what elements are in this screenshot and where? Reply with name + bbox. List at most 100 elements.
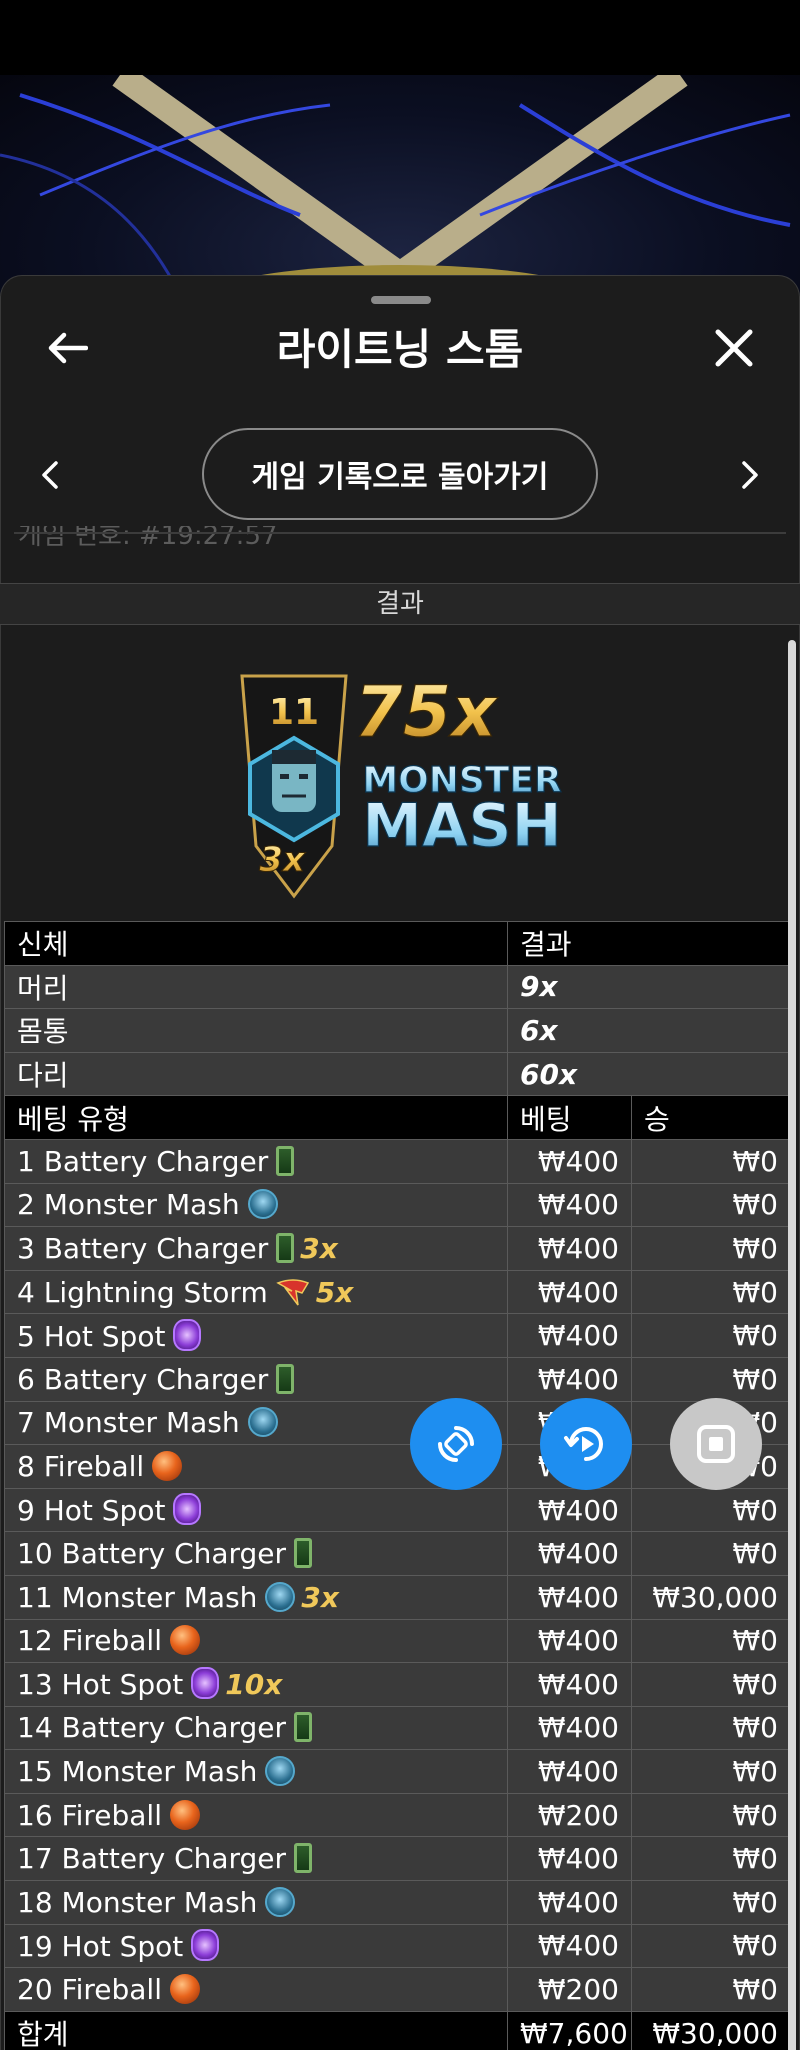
replay-play-icon — [564, 1427, 603, 1461]
bet-amount: ₩400 — [507, 1313, 632, 1358]
bet-type-label: 6 Battery Charger — [17, 1362, 269, 1396]
col-bet-amount: 베팅 — [507, 1095, 632, 1140]
lightning-icon — [275, 1278, 310, 1307]
close-button[interactable] — [706, 320, 762, 376]
next-game-button[interactable] — [730, 450, 770, 500]
bet-amount: ₩400 — [507, 1749, 632, 1794]
battery-icon — [276, 1232, 295, 1263]
bet-row: 13 Hot Spot 10x ₩400 ₩0 — [4, 1662, 791, 1707]
battery-icon — [276, 1363, 295, 1394]
bet-type-cell: 12 Fireball — [4, 1618, 508, 1664]
bet-amount: ₩400 — [507, 1836, 632, 1882]
bet-row: 20 Fireball ₩200 ₩0 — [4, 1967, 791, 2012]
bet-row: 15 Monster Mash ₩400 ₩0 — [4, 1749, 791, 1794]
battery-icon — [294, 1538, 313, 1569]
bet-type-label: 19 Hot Spot — [17, 1929, 184, 1963]
chevron-right-icon — [742, 461, 758, 489]
bet-amount: ₩400 — [507, 1138, 632, 1184]
stop-button[interactable] — [670, 1398, 762, 1490]
total-row: 합계 ₩7,600 ₩30,000 — [4, 2010, 791, 2050]
divider — [14, 532, 786, 534]
win-amount: ₩0 — [631, 1487, 791, 1533]
win-amount: ₩0 — [631, 1182, 791, 1228]
hotspot-icon — [173, 1493, 202, 1526]
bet-type-cell: 6 Battery Charger — [4, 1356, 508, 1402]
bet-row: 2 Monster Mash ₩400 ₩0 — [4, 1182, 791, 1228]
rotate-screen-button[interactable] — [410, 1398, 502, 1490]
close-icon — [715, 329, 753, 367]
chevron-left-icon — [42, 461, 58, 489]
bet-type-label: 3 Battery Charger — [17, 1231, 269, 1265]
bet-amount: ₩400 — [507, 1226, 632, 1271]
bet-type-cell: 10 Battery Charger — [4, 1531, 508, 1576]
replay-video-button[interactable] — [540, 1398, 632, 1490]
monster-icon — [265, 1581, 296, 1612]
total-win: ₩30,000 — [631, 2010, 791, 2050]
bet-amount: ₩400 — [507, 1923, 632, 1969]
bet-row: 19 Hot Spot ₩400 ₩0 — [4, 1923, 791, 1969]
win-amount: ₩0 — [631, 1313, 791, 1358]
win-amount: ₩0 — [631, 1749, 791, 1794]
body-part-row: 머리 9x — [4, 964, 791, 1010]
col-bet-type: 베팅 유형 — [4, 1095, 508, 1140]
bet-amount: ₩400 — [507, 1662, 632, 1707]
bet-type-label: 5 Hot Spot — [17, 1319, 166, 1353]
hotspot-icon — [191, 1928, 220, 1961]
back-to-history-button[interactable]: 게임 기록으로 돌아가기 — [202, 428, 598, 520]
previous-game-button[interactable] — [30, 450, 70, 500]
win-amount: ₩0 — [631, 1880, 791, 1925]
win-amount: ₩0 — [631, 1356, 791, 1402]
bet-amount: ₩400 — [507, 1356, 632, 1402]
body-part-multiplier: 6x — [507, 1008, 791, 1053]
bet-amount: ₩400 — [507, 1182, 632, 1228]
bet-type-cell: 1 Battery Charger — [4, 1138, 508, 1184]
bet-type-label: 1 Battery Charger — [17, 1144, 269, 1178]
bet-amount: ₩400 — [507, 1618, 632, 1664]
win-amount: ₩0 — [631, 1138, 791, 1184]
win-amount: ₩0 — [631, 1662, 791, 1707]
total-label: 합계 — [4, 2010, 508, 2050]
drag-handle[interactable] — [371, 296, 431, 304]
win-amount: ₩0 — [631, 1836, 791, 1882]
bet-type-label: 8 Fireball — [17, 1449, 145, 1483]
win-amount: ₩0 — [631, 1792, 791, 1838]
total-bet: ₩7,600 — [507, 2010, 632, 2050]
bet-row: 18 Monster Mash ₩400 ₩0 — [4, 1880, 791, 1925]
back-button[interactable] — [40, 320, 96, 376]
studio-scene-graphic — [0, 75, 791, 295]
col-body-result: 결과 — [507, 921, 791, 966]
result-section-header: 결과 — [0, 583, 800, 625]
hotspot-icon — [173, 1318, 202, 1351]
bets-table-header: 베팅 유형 베팅 승 — [4, 1095, 791, 1140]
scrollbar[interactable] — [788, 640, 796, 2050]
bet-amount: ₩200 — [507, 1967, 632, 2012]
bet-type-label: 12 Fireball — [17, 1624, 162, 1658]
monster-icon — [247, 1407, 278, 1438]
body-part-multiplier: 60x — [507, 1051, 791, 1097]
bet-type-cell: 3 Battery Charger 3x — [4, 1226, 508, 1271]
win-amount: ₩0 — [631, 1618, 791, 1664]
bet-type-cell: 14 Battery Charger — [4, 1705, 508, 1751]
bet-type-label: 11 Monster Mash — [17, 1580, 258, 1614]
bet-type-label: 14 Battery Charger — [17, 1711, 287, 1745]
bet-type-label: 15 Monster Mash — [17, 1755, 258, 1789]
bet-type-cell: 20 Fireball — [4, 1967, 508, 2012]
status-bar — [0, 0, 800, 75]
arrow-left-icon — [48, 332, 88, 364]
bet-type-cell: 11 Monster Mash 3x — [4, 1574, 508, 1620]
fireball-icon — [170, 1625, 200, 1656]
body-part-name: 몸통 — [4, 1008, 508, 1053]
battery-icon — [276, 1145, 295, 1176]
bet-row: 12 Fireball ₩400 ₩0 — [4, 1618, 791, 1664]
result-panel: 11 3x 75x MONSTER MASH — [4, 626, 794, 921]
win-amount: ₩0 — [631, 1923, 791, 1969]
battery-icon — [294, 1712, 313, 1743]
body-part-name: 다리 — [4, 1051, 508, 1097]
bet-row: 5 Hot Spot ₩400 ₩0 — [4, 1313, 791, 1358]
bet-row: 11 Monster Mash 3x ₩400 ₩30,000 — [4, 1574, 791, 1620]
battery-icon — [294, 1843, 313, 1874]
win-amount: ₩0 — [631, 1269, 791, 1315]
col-body-part: 신체 — [4, 921, 508, 966]
fireball-icon — [152, 1450, 183, 1481]
bet-type-label: 4 Lightning Storm — [17, 1275, 268, 1309]
